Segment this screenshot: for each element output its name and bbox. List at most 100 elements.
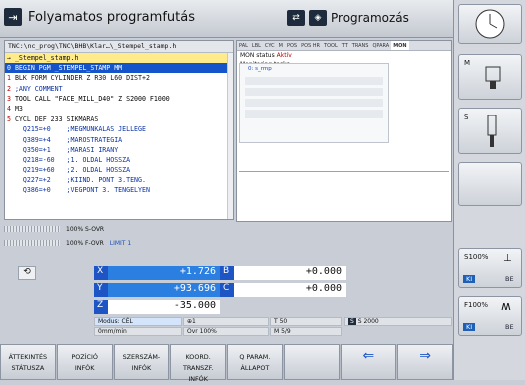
monitoring-list[interactable]: 0: s_rmp: [239, 63, 389, 143]
next-arrow-icon[interactable]: ⇒: [397, 344, 453, 380]
status-tab[interactable]: MON: [391, 41, 409, 50]
feed-override[interactable]: F100% KI BE ʍ: [458, 296, 522, 336]
status-tab[interactable]: POS HR: [299, 41, 322, 50]
line-number: [7, 186, 15, 194]
line-text: Q386=+0 ;VEGPONT 3. TENGELYEN: [14, 186, 150, 195]
program-line[interactable]: 2 ;ANY COMMENT: [5, 84, 233, 94]
status-tab[interactable]: CYC: [263, 41, 277, 50]
s-be-label: BE: [505, 275, 514, 283]
axis-x-value: +1.726: [108, 266, 220, 280]
line-number: →: [7, 54, 15, 62]
program-line[interactable]: 4 M3: [5, 104, 233, 114]
status-tab[interactable]: TT: [340, 41, 350, 50]
s-function-button[interactable]: S: [458, 108, 522, 154]
clock-button[interactable]: [458, 4, 522, 44]
spindle-override[interactable]: S100% KI BE ⊥: [458, 248, 522, 288]
line-number: 5: [7, 115, 15, 124]
status-tabs-panel: PAL LBL CYC M POS POS HR TOOL TT TRANS QPARA MON M…: [236, 40, 452, 222]
spindle-icon: [485, 66, 501, 89]
line-text: _Stempel_stamp.h: [14, 54, 79, 62]
blank-right-button[interactable]: [458, 162, 522, 206]
spindle-status: S S 2000: [344, 317, 452, 326]
feed-wave-icon: ʍ: [501, 299, 511, 313]
axis-y-label: Y: [94, 283, 108, 297]
program-run-icon: ⇥: [4, 8, 22, 26]
axis-c-value: +0.000: [234, 283, 346, 297]
program-line[interactable]: → _Stempel_stamp.h: [5, 53, 233, 64]
axis-z-label: Z: [94, 300, 108, 314]
s-ovr-line: 100% S-OVR: [4, 222, 234, 236]
program-lines[interactable]: → _Stempel_stamp.h 0 BEGIN PGM _STEMPEL_S…: [5, 53, 233, 196]
status-tab[interactable]: PAL: [237, 41, 250, 50]
status-tab[interactable]: LBL: [250, 41, 263, 50]
program-line[interactable]: Q227=+2 ;KIIND. PONT 3.TENG.: [5, 175, 233, 185]
line-text: Q215=+0 ;MEGMUNKALAS JELLEGE: [14, 125, 146, 134]
softkey-4[interactable]: KOORD. TRANSZF. INFÓK: [170, 344, 226, 383]
line-number: [7, 156, 15, 164]
axis-x-label: X: [94, 266, 108, 280]
monitoring-row: [245, 88, 383, 96]
tool-icon: [487, 115, 497, 147]
header-bar: ⇥ Folyamatos programfutás ⇄ ◈ Programozá…: [0, 0, 453, 38]
mon-status-row: MON status Aktív: [237, 51, 451, 60]
status-tab-row: PAL LBL CYC M POS POS HR TOOL TT TRANS QPARA MON: [237, 41, 451, 51]
cursor-status: ⊕1: [183, 317, 269, 326]
program-line[interactable]: 5 CYCL DEF 233 SIKMARAS: [5, 114, 233, 124]
program-line[interactable]: 3 TOOL CALL "FACE_MILL_D40" Z S2000 F100…: [5, 94, 233, 104]
position-display: X +1.726 B +0.000 Y +93.696 C +0.000 Z -…: [14, 262, 452, 342]
monitoring-graph: [239, 171, 449, 209]
f-ovr-bar: [4, 240, 60, 246]
program-line[interactable]: Q219=+60 ;2. OLDAL HOSSZA: [5, 165, 233, 175]
line-number: [7, 166, 15, 174]
monitoring-item[interactable]: 0: s_rmp: [240, 64, 388, 74]
status-tab[interactable]: POS: [285, 41, 299, 50]
line-text: BLK FORM CYLINDER Z R30 L60 DIST+2: [14, 74, 150, 83]
spindle-speed: S 2000: [357, 318, 379, 325]
line-number: 4: [7, 104, 15, 113]
status-tab[interactable]: QPARA: [370, 41, 391, 50]
softkey-2[interactable]: POZÍCIÓ INFÓK: [56, 344, 113, 380]
monitoring-row: [245, 99, 383, 107]
line-number: 2: [7, 84, 15, 93]
m-label: M: [464, 59, 471, 67]
program-line[interactable]: 1 BLK FORM CYLINDER Z R30 L60 DIST+2: [5, 73, 233, 83]
program-view[interactable]: TNC:\nc_prog\TNC\BHB\Klar…\_Stempel_stam…: [4, 40, 234, 220]
program-line[interactable]: Q218=-60 ;1. OLDAL HOSSZA: [5, 155, 233, 165]
right-mode[interactable]: ⇄ ◈ Programozás: [287, 6, 447, 30]
prev-arrow-icon[interactable]: ⇐: [340, 344, 397, 380]
line-number: [7, 146, 15, 154]
m-status: M 5/9: [270, 327, 342, 336]
program-scrollbar[interactable]: [227, 53, 233, 219]
line-number: 0: [7, 64, 15, 73]
line-text: CYCL DEF 233 SIKMARAS: [14, 115, 99, 124]
line-text: ;ANY COMMENT: [14, 84, 63, 93]
softkey-1[interactable]: ÁTTEKINTÉS STÁTUSZA: [0, 344, 56, 380]
s-override-label: S100%: [464, 253, 489, 261]
softkey-6[interactable]: [283, 344, 340, 380]
softkey-3[interactable]: SZERSZÁM- INFÓK: [113, 344, 170, 380]
program-path: TNC:\nc_prog\TNC\BHB\Klar…\_Stempel_stam…: [5, 41, 233, 53]
program-line[interactable]: Q389=+4 ;MAROSTRATEGIA: [5, 135, 233, 145]
programming-icon: ◈: [309, 10, 327, 26]
s-ovr-text: 100% S-OVR: [66, 225, 105, 233]
line-text: TOOL CALL "FACE_MILL_D40" Z S2000 F1000: [14, 94, 170, 103]
softkey-5[interactable]: Q PARAM. ÁLLAPOT: [227, 344, 283, 380]
program-line[interactable]: 0 BEGIN PGM _STEMPEL_STAMP MM: [5, 63, 233, 74]
switch-icon[interactable]: ⇄: [287, 10, 305, 26]
m-function-button[interactable]: M: [458, 54, 522, 100]
override-bars: 100% S-OVR 100% F-OVR LIMIT 1: [4, 222, 234, 254]
status-tab[interactable]: TRANS: [350, 41, 371, 50]
mode-status: Modus: CÉL: [94, 317, 182, 326]
limit-text: LIMIT 1: [109, 239, 132, 247]
program-line[interactable]: Q215=+0 ;MEGMUNKALAS JELLEGE: [5, 124, 233, 134]
axis-y-value: +93.696: [108, 283, 220, 297]
clock-icon: [475, 9, 505, 39]
left-mode[interactable]: ⇥ Folyamatos programfutás: [4, 4, 228, 30]
program-line[interactable]: Q386=+0 ;VEGPONT 3. TENGELYEN: [5, 185, 233, 195]
status-tab[interactable]: M: [277, 41, 285, 50]
line-number: 3: [7, 94, 15, 103]
tool-status: T 50: [270, 317, 342, 326]
s-ki-badge: KI: [463, 275, 476, 283]
program-line[interactable]: Q350=+1 ;MARASI IRANY: [5, 145, 233, 155]
status-tab[interactable]: TOOL: [322, 41, 340, 50]
